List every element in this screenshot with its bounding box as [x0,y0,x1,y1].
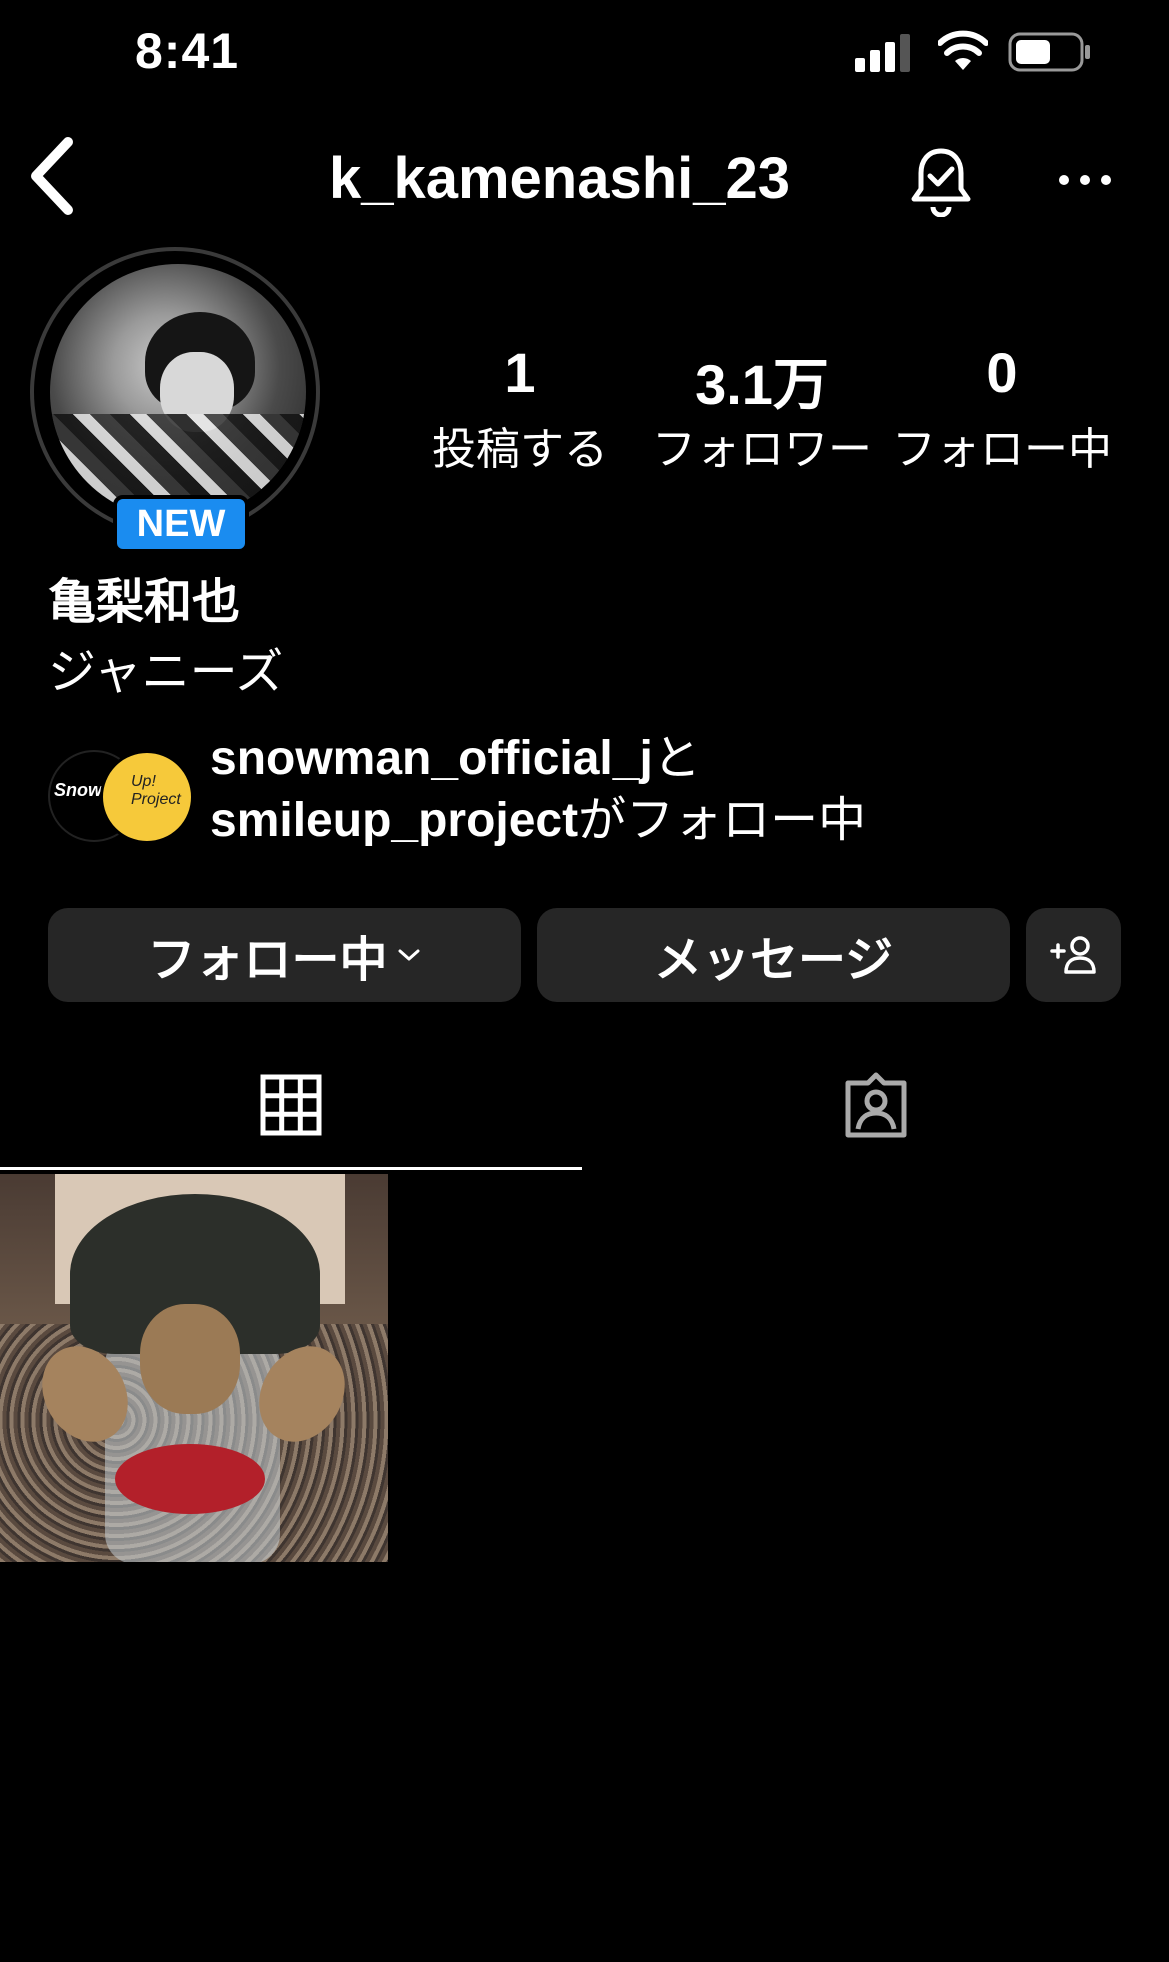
add-user-icon [1049,936,1096,974]
mutual-avatar-2-label: Up! Project [131,773,181,808]
posts-label[interactable]: 投稿する [400,413,640,477]
posts-count[interactable]: 1 [400,340,640,405]
followers-count[interactable]: 3.1万 [642,340,882,421]
following-count[interactable]: 0 [882,340,1122,405]
active-tab-indicator [0,1167,582,1170]
followers-label[interactable]: フォロワー [642,413,882,477]
mutual-followers-text[interactable]: snowman_official_jと smileup_projectがフォロー… [210,728,866,852]
cellular-signal-icon [855,34,910,72]
mutual-suffix: がフォロー中 [578,794,867,847]
status-time: 8:41 [135,23,240,79]
profile-username-text: k_kamenashi_23 [328,146,791,211]
profile-username: k_kamenashi_23 [0,145,1169,212]
bell-check-icon[interactable] [908,145,974,217]
mutual-user-2[interactable]: smileup_project [210,794,578,847]
post-thumbnail[interactable] [0,1174,388,1562]
mutual-connector: と [652,732,701,785]
message-button[interactable]: メッセージ [537,908,1010,1002]
tab-tagged[interactable] [582,1040,1169,1170]
mutual-follower-avatar[interactable]: Up! Project [100,750,194,844]
battery-icon [1008,32,1090,72]
grid-icon [260,1074,322,1136]
new-badge: NEW [113,495,249,553]
chevron-down-icon [398,949,419,961]
following-button[interactable]: フォロー中 [48,908,521,1002]
following-button-label: フォロー中 [147,934,388,987]
more-dots-icon[interactable] [1058,165,1112,195]
profile-category: ジャニーズ [48,646,284,699]
display-name: 亀梨和也 [48,576,241,629]
suggested-users-button[interactable] [1026,908,1121,1002]
following-label[interactable]: フォロー中 [882,413,1122,477]
message-button-label: メッセージ [653,934,894,987]
tab-posts-grid[interactable] [0,1040,582,1170]
mutual-user-1[interactable]: snowman_official_j [210,732,653,785]
tagged-person-icon [845,1072,906,1138]
wifi-icon [938,30,988,70]
profile-avatar[interactable] [50,264,306,520]
